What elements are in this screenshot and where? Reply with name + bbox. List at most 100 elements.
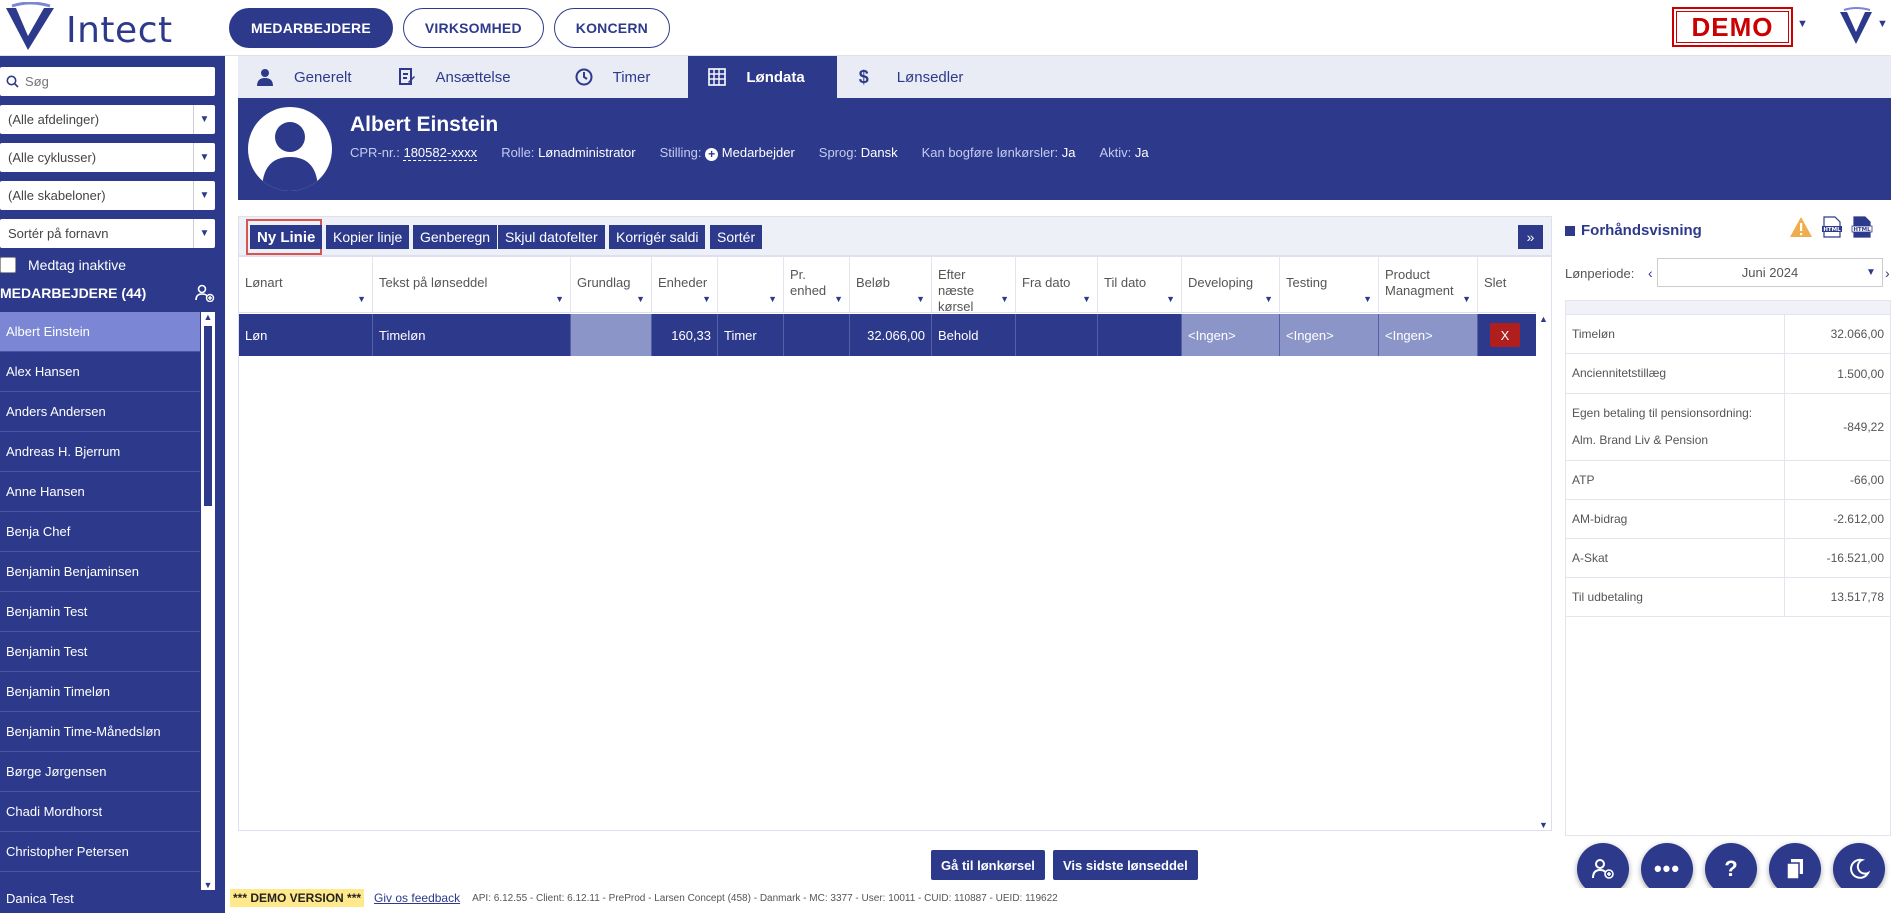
template-select[interactable]: (Alle skabeloner) ▼ xyxy=(0,181,215,210)
employee-list-item[interactable]: Danica Test xyxy=(0,872,200,906)
cell-units[interactable]: 160,33 xyxy=(652,314,718,356)
cycle-select[interactable]: (Alle cyklusser) ▼ xyxy=(0,143,215,172)
filter-icon[interactable]: ▼ xyxy=(357,291,366,307)
employee-list-item[interactable]: Andreas H. Bjerrum xyxy=(0,432,200,472)
filter-icon[interactable]: ▼ xyxy=(702,291,711,307)
hide-date-fields-button[interactable]: Skjul datofelter xyxy=(498,225,605,249)
sort-select[interactable]: Sortér på fornavn ▼ xyxy=(0,219,215,248)
employee-list-item[interactable]: Børge Jørgensen xyxy=(0,752,200,792)
search-box[interactable] xyxy=(0,67,215,96)
correct-balance-button[interactable]: Korrigér saldi xyxy=(609,225,706,249)
demo-badge[interactable]: DEMO xyxy=(1672,7,1793,47)
cell-developing[interactable]: <Ingen> xyxy=(1182,314,1280,356)
tab-general[interactable]: Generelt xyxy=(238,56,388,98)
include-inactive-checkbox[interactable]: Medtag inaktive xyxy=(0,257,126,273)
column-header[interactable]: Til dato ▼ xyxy=(1098,257,1182,313)
cell-per-unit[interactable] xyxy=(784,314,850,356)
show-last-payslip-button[interactable]: Vis sidste lønseddel xyxy=(1053,850,1198,880)
cpr-value[interactable]: 180582-xxxx xyxy=(403,145,478,161)
employee-list-item[interactable]: Benjamin Timeløn xyxy=(0,672,200,712)
filter-icon[interactable]: ▼ xyxy=(834,291,843,307)
go-to-payroll-button[interactable]: Gå til lønkørsel xyxy=(931,850,1045,880)
employee-list-item[interactable]: Alex Hansen xyxy=(0,352,200,392)
filter-icon[interactable]: ▼ xyxy=(555,291,564,307)
cell-basis[interactable] xyxy=(571,314,652,356)
chevron-right-icon[interactable]: › xyxy=(1885,265,1890,281)
chevron-down-icon[interactable]: ▼ xyxy=(193,143,215,172)
feedback-link[interactable]: Giv os feedback xyxy=(374,891,460,905)
cell-after-next-run[interactable]: Behold xyxy=(932,314,1016,356)
cell-unit-type[interactable]: Timer xyxy=(718,314,784,356)
column-header[interactable]: Efter næste kørsel ▼ xyxy=(932,257,1016,314)
cell-amount[interactable]: 32.066,00 xyxy=(850,314,932,356)
scroll-up-icon[interactable]: ▲ xyxy=(201,312,215,322)
cell-salary-type[interactable]: Løn xyxy=(239,314,373,356)
nav-employees[interactable]: MEDARBEJDERE xyxy=(229,8,393,48)
copy-line-button[interactable]: Kopier linje xyxy=(326,225,410,249)
recalculate-button[interactable]: Genberegn xyxy=(413,225,498,249)
employee-list-item[interactable]: Benjamin Time-Månedsløn xyxy=(0,712,200,752)
employee-list-item[interactable]: Chadi Mordhorst xyxy=(0,792,200,832)
tab-hours[interactable]: Timer xyxy=(549,56,689,98)
column-header[interactable]: Developing ▼ xyxy=(1182,257,1280,313)
employee-list-scrollbar[interactable]: ▲ ▼ xyxy=(201,312,215,890)
cell-from-date[interactable] xyxy=(1016,314,1098,356)
cell-product-management[interactable]: <Ingen> xyxy=(1379,314,1478,356)
chevron-down-icon[interactable]: ▼ xyxy=(193,105,215,134)
column-header[interactable]: Tekst på lønseddel ▼ xyxy=(373,257,571,313)
chevron-down-icon[interactable]: ▼ xyxy=(1797,18,1808,30)
html-export-filled-icon[interactable]: HTML xyxy=(1851,216,1873,238)
tab-employment[interactable]: Ansættelse xyxy=(388,56,549,98)
employee-list-item[interactable]: Benjamin Benjaminsen xyxy=(0,552,200,592)
intect-logo[interactable]: Intect xyxy=(0,2,172,54)
filter-icon[interactable]: ▼ xyxy=(1166,291,1175,307)
filter-icon[interactable]: ▼ xyxy=(636,291,645,307)
chevron-down-icon[interactable]: ▼ xyxy=(1877,18,1888,30)
column-header[interactable]: Lønart ▼ xyxy=(239,257,373,313)
delete-row-button[interactable]: X xyxy=(1490,323,1520,347)
filter-icon[interactable]: ▼ xyxy=(768,291,777,307)
column-header[interactable]: ▼ xyxy=(718,257,784,313)
column-header[interactable]: Pr. enhed ▼ xyxy=(784,257,850,313)
filter-icon[interactable]: ▼ xyxy=(1363,291,1372,307)
filter-icon[interactable]: ▼ xyxy=(1264,291,1273,307)
search-input[interactable] xyxy=(25,74,205,89)
column-header[interactable]: Enheder ▼ xyxy=(652,257,718,313)
expand-button[interactable]: » xyxy=(1518,225,1543,249)
nav-group[interactable]: KONCERN xyxy=(553,8,670,48)
table-row[interactable]: Løn Timeløn 160,33 Timer 32.066,00 Behol… xyxy=(239,314,1536,356)
scroll-down-icon[interactable]: ▼ xyxy=(1536,820,1551,830)
add-user-icon[interactable] xyxy=(195,284,215,302)
checkbox[interactable] xyxy=(0,257,16,273)
chevron-down-icon[interactable]: ▼ xyxy=(193,219,215,248)
cell-testing[interactable]: <Ingen> xyxy=(1280,314,1379,356)
scrollbar-thumb[interactable] xyxy=(204,326,212,506)
employee-list-item[interactable]: Christopher Petersen xyxy=(0,832,200,872)
tab-payslips[interactable]: $ Lønsedler xyxy=(837,56,988,98)
new-line-button[interactable]: Ny Linie xyxy=(250,225,323,249)
chevron-down-icon[interactable]: ▼ xyxy=(1860,259,1882,286)
nav-company[interactable]: VIRKSOMHED xyxy=(402,8,544,48)
employee-list-item[interactable]: Benjamin Test xyxy=(0,592,200,632)
column-header[interactable]: Testing ▼ xyxy=(1280,257,1379,313)
pay-period-select[interactable]: Juni 2024 ▼ xyxy=(1657,258,1883,287)
employee-list-item[interactable]: Benja Chef xyxy=(0,512,200,552)
filter-icon[interactable]: ▼ xyxy=(1462,291,1471,307)
employee-list-item[interactable]: Anne Hansen xyxy=(0,472,200,512)
filter-icon[interactable]: ▼ xyxy=(1082,291,1091,307)
scroll-up-icon[interactable]: ▲ xyxy=(1536,314,1551,324)
scroll-down-icon[interactable]: ▼ xyxy=(201,880,215,890)
plus-circle-icon[interactable]: + xyxy=(705,148,719,161)
cell-to-date[interactable] xyxy=(1098,314,1182,356)
column-header[interactable]: Fra dato ▼ xyxy=(1016,257,1098,313)
warning-icon[interactable] xyxy=(1789,216,1813,238)
chevron-left-icon[interactable]: ‹ xyxy=(1648,265,1653,281)
tab-salary-data[interactable]: Løndata xyxy=(688,56,837,98)
grid-scrollbar[interactable]: ▲ ▼ xyxy=(1536,314,1551,830)
cell-payslip-text[interactable]: Timeløn xyxy=(373,314,571,356)
employee-list-item[interactable]: Anders Andersen xyxy=(0,392,200,432)
column-header[interactable]: Beløb ▼ xyxy=(850,257,932,313)
department-select[interactable]: (Alle afdelinger) ▼ xyxy=(0,105,215,134)
column-header[interactable]: Grundlag ▼ xyxy=(571,257,652,313)
column-header[interactable]: Product Managment ▼ xyxy=(1379,257,1478,313)
